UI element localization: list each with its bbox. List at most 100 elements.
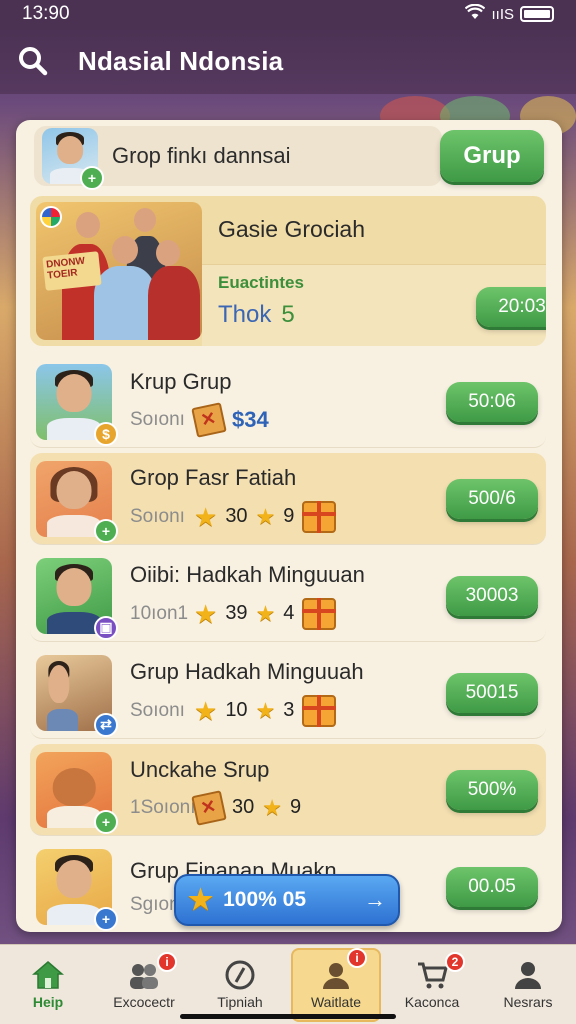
ball-icon [40, 206, 62, 228]
star-icon: ★ [194, 501, 218, 532]
status-time: 13:90 [22, 3, 70, 24]
featured-thok: Thok 5 [218, 301, 295, 328]
nav-label: Waitlate [310, 993, 362, 1010]
star-icon: ★ [194, 598, 218, 629]
user-avatar: + [42, 128, 104, 190]
notification-badge: i [157, 951, 177, 972]
group-sub: 10ıon1 [130, 602, 189, 624]
battery-icon [520, 6, 554, 22]
group-avatar: + [36, 849, 118, 931]
group-sub: Soıonı [130, 505, 185, 527]
bottom-navigation: Heip i Excocectr Tipniah i Waitlate 2 Ka… [0, 944, 576, 1024]
gift-icon [302, 597, 337, 630]
featured-group-image: DNONW TOEIR [36, 202, 202, 340]
star-icon: ★ [194, 695, 218, 726]
nav-item-tipniah[interactable]: Tipniah [195, 948, 285, 1022]
star-count: 10 [225, 699, 248, 721]
coin-box-icon [191, 401, 227, 438]
time-button[interactable]: 500% [446, 770, 538, 810]
add-icon: + [94, 518, 118, 543]
status-icons: ııIS [465, 3, 554, 24]
nav-label: Heip [32, 993, 64, 1010]
star-icon: ★ [255, 600, 276, 626]
grup-button[interactable]: Grup [440, 130, 544, 182]
game-icon: ▣ [94, 615, 118, 640]
star-icon: ★ [262, 794, 282, 820]
group-avatar: + [36, 460, 118, 543]
page-title: Ndasial Ndonsia [78, 45, 284, 76]
star-count-2: 4 [283, 602, 295, 624]
group-panel: + Grop finkı dannsai Grup DNONW TOEIR Ga… [16, 120, 562, 932]
coin-icon: $ [94, 421, 118, 446]
coin-box-icon [191, 789, 227, 826]
group-sub: 1Soıonı [130, 796, 196, 818]
featured-title: Gasie Grociah [218, 216, 366, 242]
add-icon: + [94, 809, 118, 834]
star-count-2: 3 [283, 699, 295, 721]
featured-sign: DNONW TOEIR [42, 251, 102, 291]
list-item[interactable]: $ Krup Grup Soıonı $34 50:06 [30, 356, 546, 448]
notification-badge: 2 [445, 951, 465, 972]
notification-badge: i [347, 947, 367, 968]
users-icon [128, 960, 160, 990]
group-search-field[interactable]: + Grop finkı dannsai [34, 126, 442, 190]
time-button[interactable]: 50:06 [446, 382, 538, 422]
nav-item-waitlate[interactable]: i Waitlate [291, 947, 381, 1022]
profile-icon [320, 960, 352, 990]
nav-label: Nesrars [503, 993, 553, 1010]
share-icon: ⇄ [94, 712, 118, 737]
group-avatar: + [36, 751, 118, 834]
time-button[interactable]: 30003 [446, 576, 538, 616]
search-icon[interactable] [18, 46, 48, 76]
featured-time-button[interactable]: 20:03 [476, 287, 546, 327]
gift-icon [302, 500, 337, 533]
star-count: 30 [225, 505, 248, 527]
time-button[interactable]: 500/6 [446, 479, 538, 519]
status-bar: 13:90 ııIS [0, 0, 576, 28]
group-avatar: ⇄ [36, 654, 118, 737]
group-sub: Soıonı [130, 408, 185, 430]
person-icon [512, 960, 544, 990]
star-count-2: 9 [289, 796, 302, 818]
promo-button[interactable]: ★ 100% 05 → [174, 874, 400, 926]
nav-item-nesrars[interactable]: Nesrars [483, 948, 573, 1022]
top-bar: Ndasial Ndonsia [0, 28, 576, 94]
star-icon: ★ [188, 884, 214, 915]
list-item[interactable]: + Unckahe Srup 1Soıonı 30 ★ 9 500% [30, 744, 546, 836]
add-icon: + [94, 907, 118, 931]
time-button[interactable]: 50015 [446, 673, 538, 713]
nav-item-kaconca[interactable]: 2 Kaconca [387, 948, 477, 1022]
star-icon: ★ [255, 697, 276, 723]
nav-item-help[interactable]: Heip [3, 948, 93, 1022]
group-avatar: $ [36, 363, 118, 446]
promo-text: 100% 05 [223, 888, 307, 911]
cart-icon [416, 960, 448, 990]
featured-subtitle: Euactintes [218, 273, 304, 292]
featured-group-card[interactable]: DNONW TOEIR Gasie Grociah Euactintes Tho… [30, 196, 546, 346]
nav-label: Kaconca [404, 993, 460, 1010]
star-count: 39 [225, 602, 248, 624]
gift-icon [302, 694, 337, 727]
signal-icon: ııIS [491, 5, 514, 23]
star-icon: ★ [255, 503, 276, 529]
nav-item-excocectr[interactable]: i Excocectr [99, 948, 189, 1022]
home-icon [31, 960, 65, 990]
arrow-right-icon: → [364, 887, 386, 912]
nav-label: Tipniah [217, 993, 263, 1010]
group-sub: Soıonı [130, 699, 185, 721]
list-item[interactable]: ⇄ Grup Hadkah Minguuah Soıonı ★ 10 ★ 3 5… [30, 647, 546, 739]
time-button[interactable]: 00.05 [446, 867, 538, 907]
group-search-text: Grop finkı dannsai [112, 143, 291, 168]
featured-details: Euactintes Thok 5 20:03 [202, 264, 546, 346]
group-value: 30 [232, 796, 255, 818]
clock-icon [224, 960, 256, 990]
group-list: $ Krup Grup Soıonı $34 50:06 + Grop Fasr… [30, 356, 546, 932]
group-value: $34 [232, 406, 269, 432]
list-item[interactable]: ▣ Oiibi: Hadkah Minguuan 10ıon1 ★ 39 ★ 4… [30, 550, 546, 642]
nav-label: Excocectr [113, 993, 175, 1010]
add-icon: + [80, 166, 104, 190]
list-item[interactable]: + Grop Fasr Fatiah Soıonı ★ 30 ★ 9 500/6 [30, 453, 546, 545]
wifi-icon [465, 3, 486, 24]
home-indicator [180, 1014, 396, 1019]
group-avatar: ▣ [36, 557, 118, 640]
